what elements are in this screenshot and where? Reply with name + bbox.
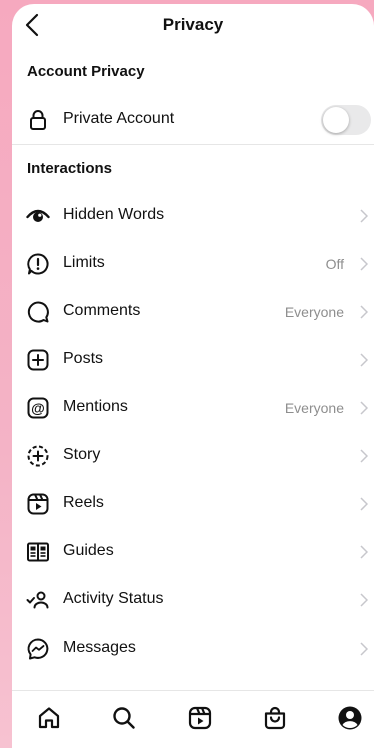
chevron-right-icon — [360, 449, 368, 463]
guides-icon — [27, 542, 49, 562]
messenger-icon — [27, 638, 49, 660]
private-account-toggle[interactable] — [321, 105, 371, 135]
item-value: Everyone — [284, 400, 344, 416]
svg-text:@: @ — [31, 400, 45, 416]
home-icon[interactable] — [36, 705, 62, 731]
page-title: Privacy — [162, 15, 224, 34]
item-label: Reels — [63, 494, 104, 511]
interaction-item-messages[interactable]: Messages — [12, 625, 374, 673]
lock-icon — [30, 110, 46, 130]
item-label: Mentions — [63, 398, 128, 415]
chevron-right-icon — [360, 305, 368, 319]
item-value: Off — [325, 256, 344, 272]
private-account-label: Private Account — [63, 110, 175, 127]
at-sign-icon: @ — [27, 397, 49, 419]
interaction-item-story[interactable]: Story — [12, 432, 374, 480]
chevron-right-icon — [360, 497, 368, 511]
item-label: Limits — [63, 254, 105, 271]
item-label: Story — [63, 446, 101, 463]
bottom-tab-bar — [12, 690, 374, 748]
interaction-item-reels[interactable]: Reels — [12, 480, 374, 528]
chevron-right-icon — [360, 593, 368, 607]
item-label: Activity Status — [63, 590, 164, 607]
item-label: Comments — [63, 302, 141, 319]
alert-circle-icon — [27, 253, 49, 275]
plus-square-icon — [27, 349, 49, 371]
chevron-right-icon — [360, 209, 368, 223]
item-label: Posts — [63, 350, 104, 367]
top-bar: Privacy — [12, 4, 374, 46]
interaction-item-activity-status[interactable]: Activity Status — [12, 576, 374, 624]
activity-status-icon — [26, 591, 49, 609]
chevron-right-icon — [360, 401, 368, 415]
section-title-interactions: Interactions — [27, 160, 113, 177]
interaction-item-comments[interactable]: Comments Everyone — [12, 288, 374, 336]
profile-icon[interactable] — [337, 705, 363, 731]
item-value: Everyone — [284, 304, 344, 320]
chevron-right-icon — [360, 642, 368, 656]
private-account-row[interactable]: Private Account — [12, 96, 374, 144]
interaction-item-mentions[interactable]: @ Mentions Everyone — [12, 384, 374, 432]
privacy-screen: Privacy Account Privacy Private Account … — [12, 4, 374, 748]
interaction-item-guides[interactable]: Guides — [12, 528, 374, 576]
search-icon[interactable] — [111, 705, 137, 731]
chevron-right-icon — [360, 353, 368, 367]
item-label: Hidden Words — [63, 206, 165, 223]
chevron-right-icon — [360, 257, 368, 271]
reels-icon — [27, 493, 49, 515]
comment-icon — [27, 301, 49, 323]
eye-icon — [26, 209, 50, 222]
reels-icon[interactable] — [187, 705, 213, 731]
item-label: Guides — [63, 542, 114, 559]
section-title-account-privacy: Account Privacy — [27, 63, 145, 80]
shopping-bag-icon[interactable] — [262, 705, 288, 731]
interaction-item-posts[interactable]: Posts — [12, 336, 374, 384]
item-label: Messages — [63, 639, 136, 656]
story-add-icon — [27, 445, 49, 467]
toggle-knob — [323, 107, 349, 133]
interaction-item-limits[interactable]: Limits Off — [12, 240, 374, 288]
chevron-right-icon — [360, 545, 368, 559]
interaction-item-hidden-words[interactable]: Hidden Words — [12, 192, 374, 240]
divider — [12, 144, 374, 145]
